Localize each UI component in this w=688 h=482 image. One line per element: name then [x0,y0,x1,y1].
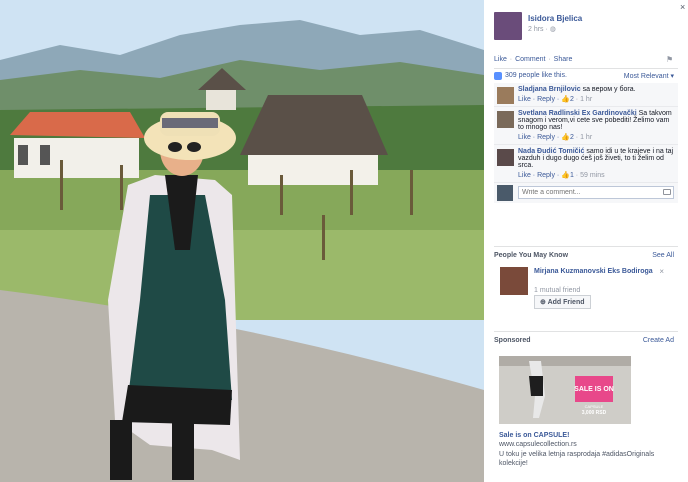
comment-meta: Like · Reply · 👍2 · 1 hr [518,134,593,141]
likes-count[interactable]: 309 people like this. [505,72,567,79]
ad-image[interactable]: SALE IS ON CAPSULE 3,000 RSD [499,356,631,424]
ad-graphic: SALE IS ON CAPSULE 3,000 RSD [499,356,631,424]
comment-reply-button[interactable]: Reply [537,172,555,179]
comment-like-button[interactable]: Like [518,172,531,179]
comment-item: Nada Đudić Tomičić samo idi u te krajeve… [494,145,678,183]
comment-input[interactable] [518,186,674,199]
suggested-person: Mirjana Kuzmanovski Eks Bodiroga 1 mutua… [494,267,678,313]
post-photo[interactable] [0,0,484,482]
person-name[interactable]: Mirjana Kuzmanovski Eks Bodiroga [534,267,654,276]
add-user-icon: ⊕ [540,299,546,306]
time-text: 2 hrs [528,26,544,33]
comments-list: Sladjana Brnjilovic sa верoм у бога. Lik… [494,83,678,203]
comment-like-count[interactable]: 👍2 [561,134,574,141]
commenter-avatar[interactable] [497,87,514,104]
comment-like-number: 2 [569,134,574,141]
comment-like-number: 2 [569,96,574,103]
ad-headline[interactable]: Sale is on CAPSULE! [499,432,569,439]
comment-age[interactable]: 59 mins [580,172,605,179]
commenter-avatar[interactable] [497,111,514,128]
ad-text: U toku je velika letnja rasprodaja #adid… [499,451,655,467]
comment-like-number: 1 [569,172,574,179]
comment-button[interactable]: Comment [515,56,545,63]
camera-icon[interactable] [663,189,671,195]
side-panel: Isidora Bjelica 2 hrs · ◍ Like · Comment… [490,0,684,482]
share-button[interactable]: Share [554,56,573,63]
comment-like-button[interactable]: Like [518,134,531,141]
person-avatar[interactable] [500,267,528,295]
comment-like-button[interactable]: Like [518,96,531,103]
sponsored-title: Sponsored [494,337,531,344]
like-button[interactable]: Like [494,56,507,63]
mutual-friends[interactable]: 1 mutual friend [534,287,580,294]
comment-age[interactable]: 1 hr [580,96,592,103]
pymk-header: People You May Know See All [494,247,678,261]
commenter-name[interactable]: Svetlana Radlinski Ex Gardinovački [518,110,637,117]
post-author: Isidora Bjelica 2 hrs · ◍ [494,12,674,42]
post-time[interactable]: 2 hrs · ◍ [528,25,556,33]
separator: · [546,56,553,63]
author-avatar[interactable] [494,12,522,40]
photo-scene [0,0,484,482]
my-avatar [497,185,513,201]
ad-badge-text: SALE IS ON [574,386,614,393]
sponsored-header: Sponsored Create Ad [494,332,678,346]
commenter-name[interactable]: Sladjana Brnjilovic [518,86,581,93]
ad-badge-sub: CAPSULE [585,404,604,409]
comment-meta: Like · Reply · 👍1 · 59 mins [518,172,605,179]
sort-dropdown[interactable]: Most Relevant ▾ [624,72,674,80]
create-ad-link[interactable]: Create Ad [643,337,674,344]
sponsored-section: Sponsored Create Ad SALE IS ON CAPSULE 3… [494,331,678,467]
likes-number: 309 [505,72,517,79]
ad-url[interactable]: www.capsulecollection.rs [499,441,577,448]
author-name[interactable]: Isidora Bjelica [528,14,582,23]
separator: · [507,56,515,63]
dismiss-icon[interactable]: × [659,267,664,276]
thumbs-up-icon [494,72,502,80]
comment-text: sa верoм у бога. [582,86,636,93]
see-all-link[interactable]: See All [652,252,674,259]
people-you-may-know: People You May Know See All Mirjana Kuzm… [494,246,678,313]
comment-item: Svetlana Radlinski Ex Gardinovački Sa ta… [494,107,678,145]
comment-reply-button[interactable]: Reply [537,96,555,103]
comment-meta: Like · Reply · 👍2 · 1 hr [518,96,593,103]
add-friend-button[interactable]: ⊕ Add Friend [534,295,591,309]
likes-summary: 309 people like this. Most Relevant ▾ [494,68,678,82]
post-actions: Like · Comment · Share [494,56,572,63]
commenter-avatar[interactable] [497,149,514,166]
commenter-name[interactable]: Nada Đudić Tomičić [518,148,584,155]
comment-like-count[interactable]: 👍2 [561,96,574,103]
likes-suffix: people like this. [518,72,567,79]
comment-reply-button[interactable]: Reply [537,134,555,141]
ad-badge-price: 3,000 RSD [582,410,607,416]
comment-item: Sladjana Brnjilovic sa верoм у бога. Lik… [494,83,678,107]
comment-age[interactable]: 1 hr [580,134,592,141]
add-friend-label: Add Friend [547,299,585,306]
comment-like-count[interactable]: 👍1 [561,172,574,179]
pymk-title: People You May Know [494,252,569,259]
globe-icon: ◍ [549,26,556,33]
flag-icon[interactable]: ⚑ [666,55,673,64]
write-comment-row [494,183,678,203]
